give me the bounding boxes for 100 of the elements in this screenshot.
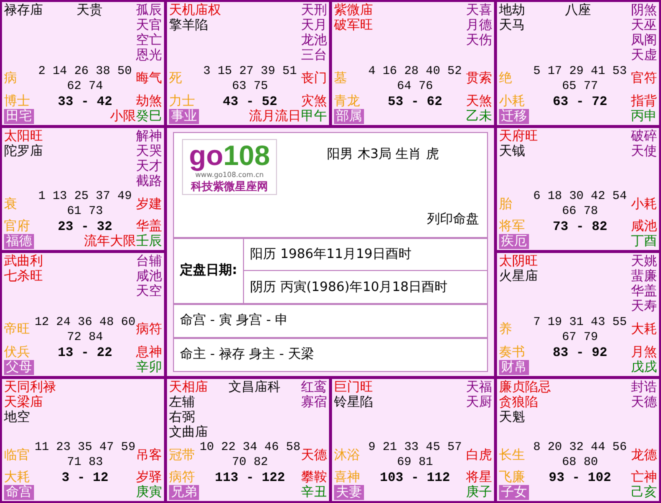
doctor-label: 伏兵	[4, 344, 31, 360]
palace-info: 命宫 - 寅 身宫 - 申	[180, 313, 288, 328]
god-label: 白虎	[466, 448, 492, 462]
minor-star-name: 天厨	[466, 394, 492, 410]
star-name: 右弼	[169, 410, 196, 424]
age-years: 71 83	[66, 455, 103, 470]
age-years: 3 15 27 39 51	[203, 64, 297, 78]
god-label: 华盖	[136, 219, 162, 234]
age-range: 53 - 62	[386, 94, 444, 108]
minor-star-name: 红鸾	[301, 380, 327, 394]
god-label: 劫煞	[136, 94, 162, 108]
ganzhi-label: 戊戌	[631, 360, 657, 374]
minor-star-name: 天刑	[301, 3, 327, 18]
star-name: 陀罗庙	[4, 144, 43, 158]
period-label: 流年大限	[84, 234, 136, 249]
god-label: 天煞	[466, 94, 492, 108]
doctor-label: 病符	[169, 470, 196, 485]
logo-text: 108	[223, 140, 270, 170]
star-name: 天魁	[499, 410, 526, 424]
star-name: 天同利禄	[4, 380, 56, 394]
minor-star-name: 天虚	[631, 48, 657, 63]
star-name: 天马	[499, 18, 525, 33]
stage-label: 胎	[499, 196, 513, 212]
doctor-label: 喜神	[334, 470, 361, 485]
god-label: 官符	[631, 71, 657, 86]
minor-star-name: 恩光	[136, 48, 162, 63]
age-years: 7 19 31 43 55	[533, 314, 627, 330]
palace-badge: 子女	[499, 485, 529, 500]
age-years: 61 73	[66, 204, 103, 219]
age-range: 93 - 102	[548, 470, 612, 485]
stage-label: 死	[169, 71, 183, 86]
age-range: 3 - 12	[60, 470, 110, 485]
period-label: 小限	[110, 108, 136, 124]
age-years: 5 17 29 41 53	[533, 64, 627, 78]
ganzhi-label: 庚子	[466, 485, 492, 500]
logo-text: go	[189, 140, 224, 170]
age-range: 13 - 22	[56, 344, 114, 360]
doctor-label: 青龙	[334, 94, 361, 108]
age-years: 8 20 32 44 56	[533, 440, 627, 455]
stage-label: 病	[4, 71, 18, 86]
god-label: 小耗	[631, 196, 657, 212]
minor-star-name: 龙池	[301, 33, 327, 48]
minor-star-name: 解神	[136, 128, 162, 144]
minor-star-name: 天哭	[136, 144, 162, 158]
star-name: 文曲庙	[169, 424, 208, 440]
logo-subtitle: 科技紫微星座网	[190, 180, 268, 192]
age-years: 68 80	[562, 455, 598, 470]
god-label: 攀鞍	[301, 470, 327, 485]
doctor-label: 飞廉	[499, 470, 526, 485]
star-name: 地空	[4, 410, 31, 424]
ganzhi-label: 辛丑	[301, 485, 327, 500]
minor-star-name: 天空	[136, 284, 162, 299]
doctor-label: 博士	[4, 94, 31, 108]
print-link[interactable]: 列印命盘	[427, 212, 479, 228]
god-label: 贯索	[466, 71, 492, 86]
god-label: 息神	[136, 344, 162, 360]
god-label: 月煞	[631, 344, 657, 360]
doctor-label: 将军	[499, 219, 526, 234]
god-label: 岁建	[136, 196, 162, 212]
minor-star-name: 天伤	[466, 33, 492, 48]
age-range: 33 - 42	[56, 94, 114, 108]
god-label: 岁驿	[136, 470, 162, 485]
stage-label: 衰	[4, 196, 18, 212]
ganzhi-label: 癸巳	[136, 108, 162, 124]
age-years: 65 77	[562, 78, 598, 94]
star-name: 铃星陷	[334, 394, 373, 410]
star-name: 破军旺	[334, 18, 373, 33]
minor-star-name: 凤阁	[631, 33, 657, 48]
doctor-label: 力士	[169, 94, 196, 108]
palace-badge: 部属	[334, 108, 364, 124]
age-years: 72 84	[66, 330, 103, 344]
star-name: 禄存庙	[4, 3, 43, 18]
minor-star-name: 天月	[301, 18, 327, 33]
minor-star-name: 天使	[631, 144, 657, 158]
palace-badge: 夫妻	[334, 485, 364, 500]
minor-star-name: 空亡	[136, 33, 162, 48]
age-years: 9 21 33 45 57	[368, 440, 462, 455]
minor-star-name: 阴煞	[631, 3, 657, 18]
minor-star-name: 天巫	[631, 18, 657, 33]
age-years: 2 14 26 38 50	[38, 64, 132, 78]
star-name: 太阳旺	[4, 128, 43, 144]
palace-badge: 疾厄	[499, 234, 529, 249]
star-name: 太阴旺	[499, 254, 538, 269]
palace-badge: 田宅	[4, 108, 34, 124]
minor-star-name: 天福	[466, 380, 492, 394]
star-name: 天机庙权	[169, 3, 221, 18]
palace-badge: 命宫	[4, 485, 34, 500]
god-label: 天德	[301, 448, 327, 462]
star-name: 天府旺	[499, 128, 538, 144]
palace-badge: 父母	[4, 360, 34, 374]
minor-star-name: 蜚廉	[631, 269, 657, 284]
age-years: 69 81	[396, 455, 433, 470]
age-range: 103 - 112	[378, 470, 452, 485]
age-years: 67 79	[562, 330, 598, 344]
doctor-label: 奏书	[499, 344, 526, 360]
master-info: 命主 - 禄存 身主 - 天梁	[180, 347, 314, 362]
god-label: 晦气	[136, 71, 162, 86]
stage-label: 绝	[499, 71, 513, 86]
star-name: 天梁庙	[4, 394, 44, 410]
ganzhi-label: 乙未	[466, 108, 492, 124]
